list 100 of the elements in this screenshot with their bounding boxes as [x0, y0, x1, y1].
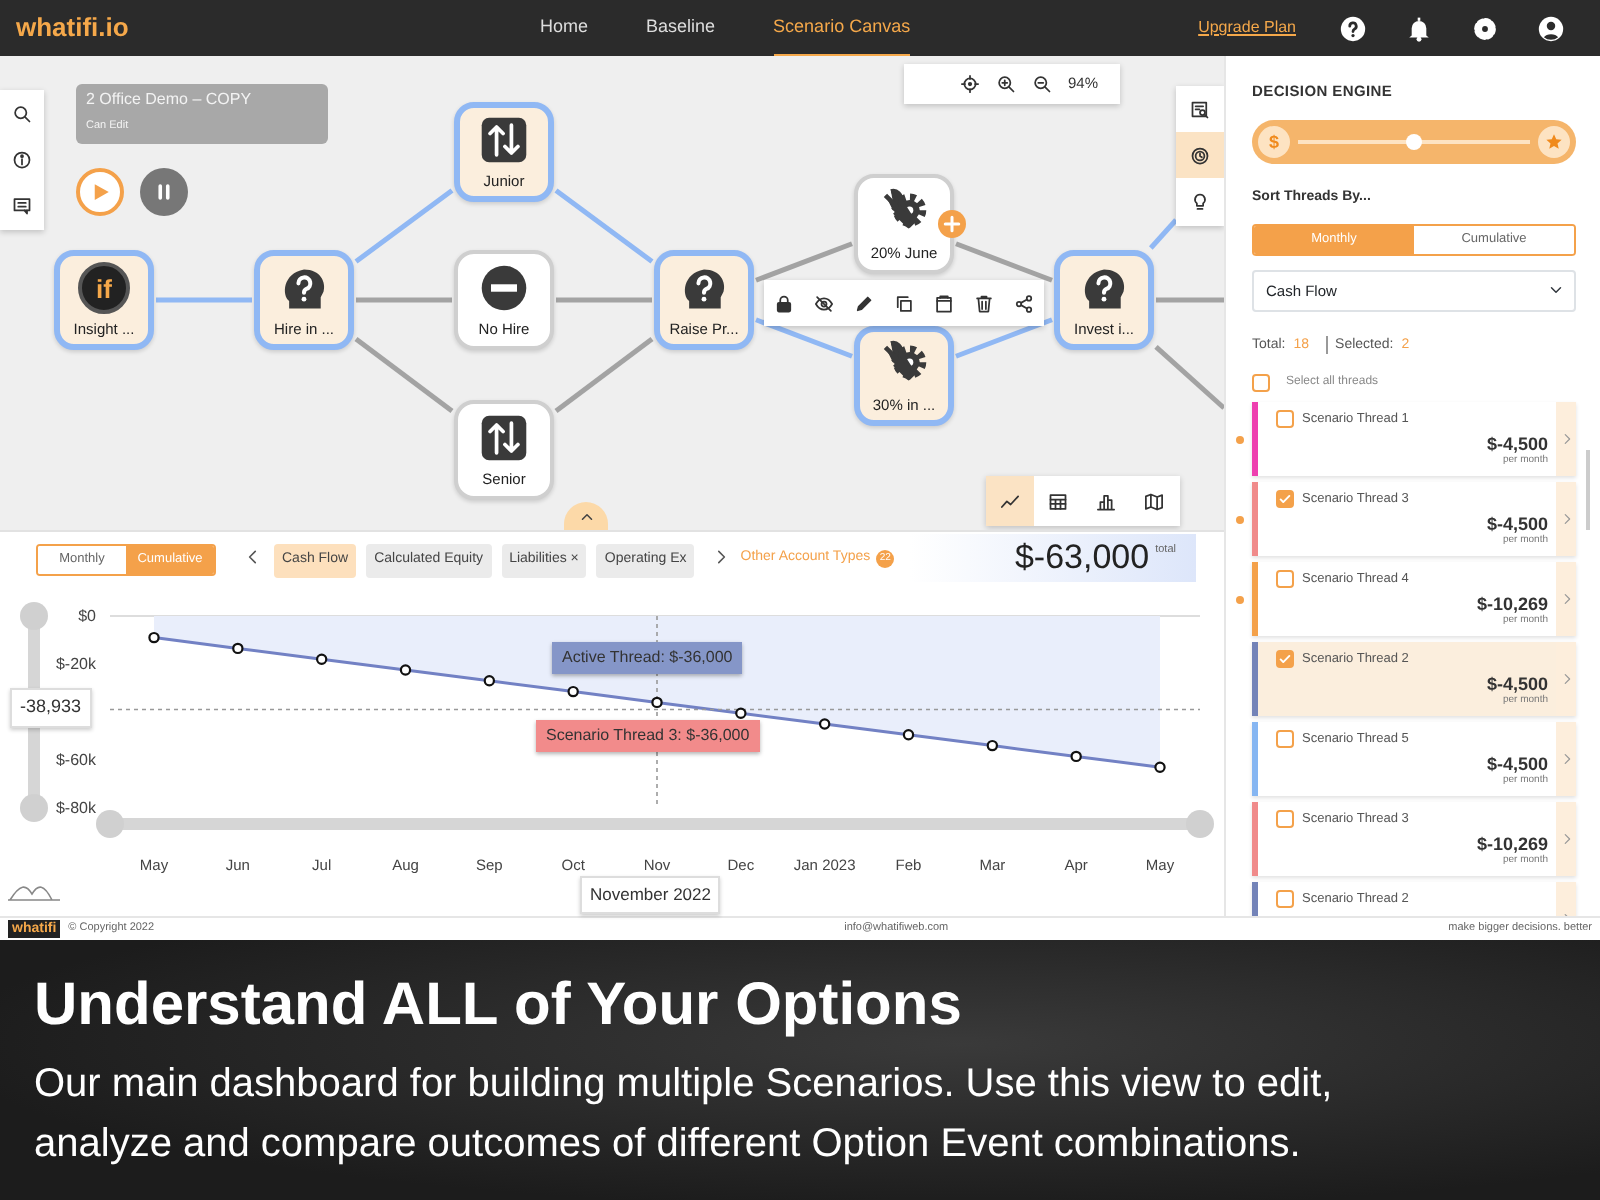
minus-icon — [478, 262, 530, 314]
copy-icon[interactable] — [894, 293, 914, 313]
thread-amount: $-4,500 — [1484, 435, 1548, 454]
axis-label: $0 — [78, 607, 96, 625]
chevron-right-icon — [1559, 592, 1573, 606]
insight-logo: if — [78, 262, 130, 314]
data-point — [483, 675, 496, 687]
data-point — [818, 718, 831, 730]
lock-icon[interactable] — [774, 293, 794, 313]
checkbox[interactable] — [1276, 890, 1294, 909]
clipboard-icon[interactable] — [934, 293, 954, 313]
connector-line — [955, 241, 1053, 283]
zoom-in-icon[interactable] — [996, 74, 1016, 94]
wave-icon — [7, 886, 61, 901]
connector-line — [356, 297, 452, 303]
crosshair-icon[interactable] — [960, 74, 980, 94]
data-point — [148, 631, 160, 644]
trash-icon[interactable] — [974, 293, 994, 313]
data-point — [902, 729, 915, 741]
bar-chart-icon — [1096, 491, 1116, 511]
data-point — [399, 664, 412, 676]
check-icon — [1278, 652, 1292, 667]
slider-handle[interactable] — [20, 794, 48, 822]
checkbox[interactable] — [1276, 810, 1294, 829]
checkbox[interactable] — [1276, 570, 1294, 589]
axis-label: $-60k — [55, 751, 96, 769]
checkbox[interactable] — [1276, 650, 1294, 669]
check-icon — [1278, 492, 1292, 507]
connector-line — [354, 337, 454, 413]
settings-icon[interactable] — [1472, 15, 1498, 41]
date-marker: November 2022 — [580, 876, 721, 914]
help-icon[interactable] — [1340, 15, 1366, 41]
logo[interactable]: whatifi.io — [16, 12, 129, 42]
axis-label: $-80k — [55, 799, 96, 817]
thread-amount: $-10,269 — [1474, 595, 1548, 614]
data-point — [567, 685, 579, 698]
pencil-icon[interactable] — [854, 293, 874, 313]
data-point — [232, 642, 244, 655]
swap-arrows-icon — [478, 114, 530, 166]
connector-line — [156, 297, 252, 303]
map-icon — [1144, 491, 1164, 511]
slider-handle[interactable] — [96, 810, 124, 838]
line-chart-icon — [1000, 491, 1020, 511]
value-marker: -38,933 — [10, 688, 92, 727]
search-icon[interactable] — [12, 103, 32, 124]
chevron-left-icon[interactable] — [244, 548, 262, 566]
connector-line — [556, 297, 652, 303]
data-point — [315, 653, 328, 665]
thread-amount: $-4,500 — [1484, 515, 1548, 534]
connector-line — [1156, 297, 1224, 303]
checkbox[interactable] — [1252, 374, 1270, 392]
chevron-right-icon — [1559, 672, 1573, 686]
thread-amount: $-4,500 — [1484, 675, 1548, 694]
lightbulb-icon — [1190, 191, 1210, 211]
tooltip: Active Thread: $-36,000 — [552, 642, 743, 674]
connector-line — [1148, 218, 1178, 250]
plus-icon — [940, 212, 964, 236]
bell-icon[interactable] — [1406, 15, 1432, 41]
user-icon[interactable] — [1538, 15, 1564, 41]
scenario-title: 2 Office Demo – COPY — [86, 88, 254, 112]
data-point — [986, 739, 999, 752]
swap-arrows-icon — [478, 412, 530, 464]
connector-line — [955, 317, 1053, 359]
nav-tab[interactable]: Home — [540, 0, 589, 59]
scrollbar[interactable] — [1586, 450, 1590, 530]
pause-button[interactable] — [140, 168, 188, 216]
star-icon — [1544, 132, 1564, 153]
checkbox[interactable] — [1276, 490, 1294, 509]
chevron-right-icon[interactable] — [712, 548, 731, 566]
history-tool-button[interactable] — [1176, 132, 1224, 178]
checkbox[interactable] — [1276, 730, 1294, 749]
data-point — [735, 707, 747, 719]
thread-amount: $-4,500 — [1484, 755, 1548, 774]
connector-line — [554, 337, 654, 413]
report-icon — [1190, 99, 1210, 119]
nav-tab[interactable]: Baseline — [646, 0, 716, 59]
share-icon[interactable] — [1014, 293, 1034, 313]
tooltip: Scenario Thread 3: $-36,000 — [536, 720, 760, 752]
zoom-out-icon[interactable] — [1032, 74, 1052, 94]
checkbox[interactable] — [1276, 410, 1294, 429]
chevron-right-icon — [1559, 432, 1573, 446]
dollar-marker: $ — [1258, 126, 1290, 159]
data-point — [1070, 750, 1082, 763]
comment-icon[interactable] — [12, 196, 32, 217]
slider-thumb[interactable] — [1406, 134, 1422, 151]
data-point — [1154, 761, 1166, 773]
slider-handle[interactable] — [1186, 810, 1214, 838]
eye-off-icon[interactable] — [814, 293, 834, 313]
clock-icon — [1190, 145, 1210, 165]
chevron-right-icon — [1559, 752, 1573, 766]
data-point — [651, 696, 663, 709]
thread-amount: $-10,269 — [1474, 835, 1548, 854]
upgrade-link[interactable]: Upgrade Plan — [1198, 16, 1296, 40]
caption-title: Understand ALL of Your Options — [34, 970, 964, 1042]
slider-handle[interactable] — [20, 602, 48, 630]
connector-line — [755, 317, 853, 359]
total-value: $-63,000 — [1014, 536, 1150, 581]
pause-icon — [152, 180, 176, 204]
info-icon[interactable] — [12, 149, 32, 170]
connector-line — [554, 188, 654, 264]
